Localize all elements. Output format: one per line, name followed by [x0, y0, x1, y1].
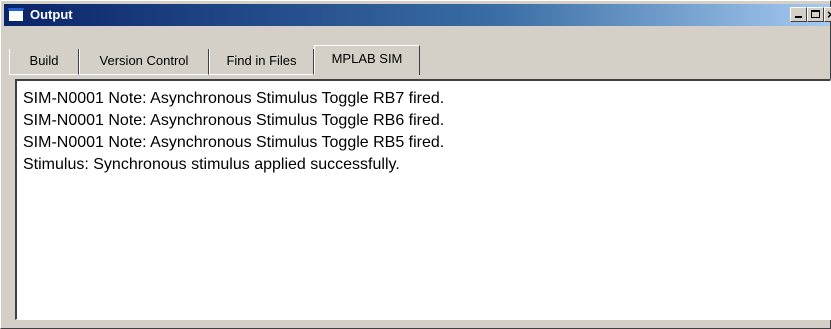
close-button[interactable]: × — [824, 7, 831, 22]
window-title: Output — [30, 7, 73, 22]
minimize-button[interactable] — [790, 7, 807, 22]
tab-version-control[interactable]: Version Control — [79, 49, 209, 75]
output-line: SIM-N0001 Note: Asynchronous Stimulus To… — [23, 134, 445, 151]
tab-mplab-sim[interactable]: MPLAB SIM — [314, 45, 420, 75]
output-window: Output × Build Version Control Find in F… — [0, 0, 831, 329]
tab-build[interactable]: Build — [9, 49, 79, 75]
tab-bar: Build Version Control Find in Files MPLA… — [9, 45, 831, 75]
window-icon — [8, 8, 24, 22]
title-bar[interactable]: Output × — [4, 4, 831, 26]
output-line: SIM-N0001 Note: Asynchronous Stimulus To… — [23, 112, 445, 129]
output-line: SIM-N0001 Note: Asynchronous Stimulus To… — [23, 90, 445, 107]
output-line: Stimulus: Synchronous stimulus applied s… — [23, 156, 400, 173]
output-text-area[interactable]: SIM-N0001 Note: Asynchronous Stimulus To… — [15, 79, 831, 320]
maximize-icon — [811, 10, 820, 18]
minimize-icon — [795, 16, 802, 18]
close-icon: × — [827, 7, 831, 22]
maximize-button[interactable] — [807, 7, 824, 22]
tab-find-in-files[interactable]: Find in Files — [209, 49, 314, 75]
